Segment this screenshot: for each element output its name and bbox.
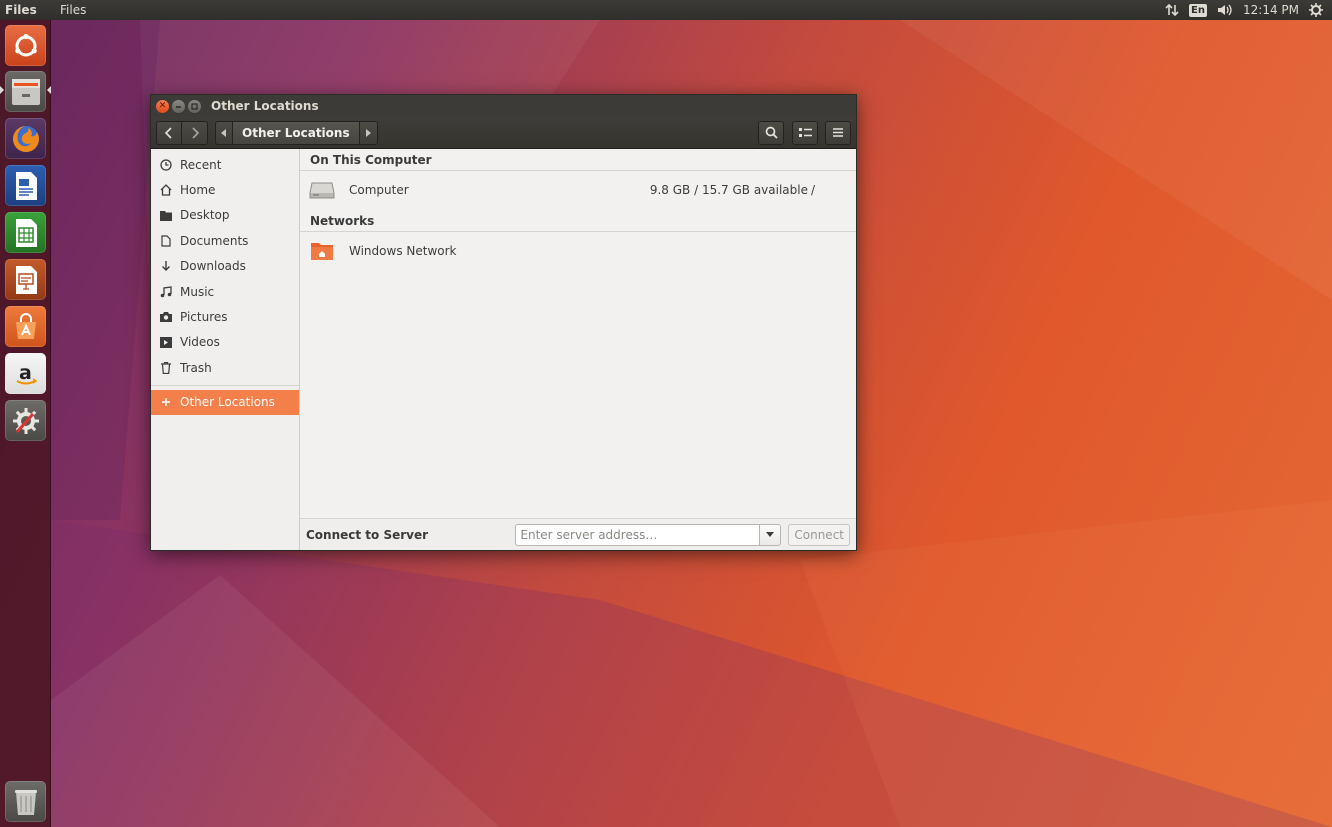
sidebar-item-recent[interactable]: Recent (151, 152, 299, 177)
document-icon (159, 234, 173, 248)
sidebar-item-label: Desktop (180, 208, 230, 223)
sidebar-item-documents[interactable]: Documents (151, 228, 299, 253)
triangle-right-icon (366, 128, 372, 137)
ubuntu-logo-icon[interactable] (5, 25, 46, 66)
headerbar: Other Locations (151, 117, 856, 149)
sidebar-item-other-locations[interactable]: Other Locations (151, 389, 299, 415)
trash-icon (159, 361, 173, 375)
system-gear-icon[interactable] (1304, 0, 1328, 20)
pathbar-scroll-left-button[interactable] (215, 120, 233, 145)
writer-document-icon[interactable] (5, 165, 46, 206)
app-menu-button[interactable] (825, 120, 851, 145)
sidebar-item-label: Videos (180, 335, 220, 350)
sidebar-item-label: Trash (180, 360, 212, 375)
connect-to-server-bar: Connect to Server Connect (300, 518, 856, 550)
location-free-space: 9.8 GB / 15.7 GB available (649, 182, 808, 197)
chevron-right-icon (191, 126, 199, 139)
calc-spreadsheet-icon[interactable] (5, 212, 46, 253)
sidebar-item-label: Pictures (180, 310, 228, 325)
view-options-button[interactable] (792, 120, 818, 145)
list-view-icon (798, 128, 812, 137)
sidebar-item-trash[interactable]: Trash (151, 355, 299, 380)
active-app-name: Files (5, 3, 37, 17)
sidebar-item-pictures[interactable]: Pictures (151, 304, 299, 329)
window-titlebar[interactable]: ✕ Other Locations (151, 95, 856, 117)
keyboard-layout-label: En (1189, 3, 1207, 17)
minimize-icon[interactable] (172, 99, 185, 113)
top-panel: Files Files En 12:14 PM (0, 0, 1332, 20)
forward-button[interactable] (182, 120, 208, 145)
connect-button[interactable]: Connect (788, 523, 850, 546)
sidebar-item-label: Other Locations (180, 395, 275, 410)
pathbar-scroll-right-button[interactable] (359, 120, 378, 145)
triangle-left-icon (221, 128, 226, 137)
pathbar-current-location[interactable]: Other Locations (233, 120, 360, 145)
back-button[interactable] (156, 120, 182, 145)
network-transfer-icon[interactable] (1160, 0, 1184, 20)
home-icon (159, 183, 173, 197)
sidebar-item-videos[interactable]: Videos (151, 330, 299, 355)
hard-drive-icon (309, 179, 335, 201)
camera-icon (159, 310, 173, 324)
location-row-computer[interactable]: Computer 9.8 GB / 15.7 GB available / (300, 171, 856, 208)
chevron-down-icon (766, 532, 775, 537)
connect-to-server-label: Connect to Server (306, 527, 429, 542)
search-button[interactable] (758, 120, 784, 145)
amazon-icon[interactable]: a (5, 353, 46, 394)
places-sidebar: Recent Home Desktop Documents Downloads … (151, 149, 300, 550)
impress-presentation-icon[interactable] (5, 259, 46, 300)
sidebar-item-label: Recent (180, 157, 222, 172)
location-row-windows-network[interactable]: Windows Network (300, 232, 856, 269)
server-history-dropdown-button[interactable] (759, 523, 782, 546)
settings-gear-wrench-icon[interactable] (5, 400, 46, 441)
svg-text:a: a (19, 362, 32, 384)
clock-icon (159, 158, 173, 172)
pathbar: Other Locations (215, 120, 378, 145)
maximize-icon[interactable] (188, 99, 201, 113)
network-folder-icon (309, 240, 335, 262)
sidebar-item-home[interactable]: Home (151, 177, 299, 202)
section-header-on-this-computer: On This Computer (300, 149, 856, 171)
close-icon[interactable]: ✕ (156, 99, 169, 113)
location-name: Computer (349, 182, 409, 197)
chevron-left-icon (164, 126, 172, 139)
launcher: a (0, 20, 51, 827)
sidebar-item-desktop[interactable]: Desktop (151, 203, 299, 228)
volume-icon[interactable] (1212, 0, 1238, 20)
sidebar-item-label: Downloads (180, 259, 246, 274)
plus-icon (159, 395, 173, 409)
search-icon (765, 126, 778, 139)
download-arrow-icon (159, 259, 173, 273)
sidebar-item-downloads[interactable]: Downloads (151, 254, 299, 279)
sidebar-divider (151, 384, 299, 386)
section-header-networks: Networks (300, 208, 856, 232)
location-mount-point: / (811, 182, 816, 197)
window-title: Other Locations (211, 99, 319, 113)
sidebar-item-music[interactable]: Music (151, 279, 299, 304)
indicator-area: En 12:14 PM (1160, 0, 1328, 20)
firefox-icon[interactable] (5, 118, 46, 159)
film-icon (159, 335, 173, 349)
files-active-indicator (47, 86, 51, 94)
other-locations-view: On This Computer Computer 9.8 GB / 15.7 … (300, 149, 856, 550)
folder-icon (159, 208, 173, 222)
music-note-icon (159, 285, 173, 299)
server-address-combo (515, 523, 782, 546)
keyboard-layout-icon[interactable]: En (1184, 0, 1212, 20)
location-name: Windows Network (349, 243, 457, 258)
file-cabinet-icon[interactable] (5, 71, 46, 112)
files-window: ✕ Other Locations Other Locations Recent… (150, 94, 857, 551)
clock[interactable]: 12:14 PM (1238, 0, 1304, 20)
files-menu[interactable]: Files (60, 3, 86, 17)
server-address-input[interactable] (515, 523, 760, 546)
sidebar-item-label: Music (180, 284, 215, 299)
software-bag-icon[interactable] (5, 306, 46, 347)
trash-bin-icon[interactable] (5, 781, 46, 822)
files-running-indicator (0, 86, 4, 94)
hamburger-menu-icon (833, 128, 843, 137)
sidebar-item-label: Documents (180, 233, 249, 248)
window-content: Recent Home Desktop Documents Downloads … (151, 149, 856, 550)
sidebar-item-label: Home (180, 183, 216, 198)
